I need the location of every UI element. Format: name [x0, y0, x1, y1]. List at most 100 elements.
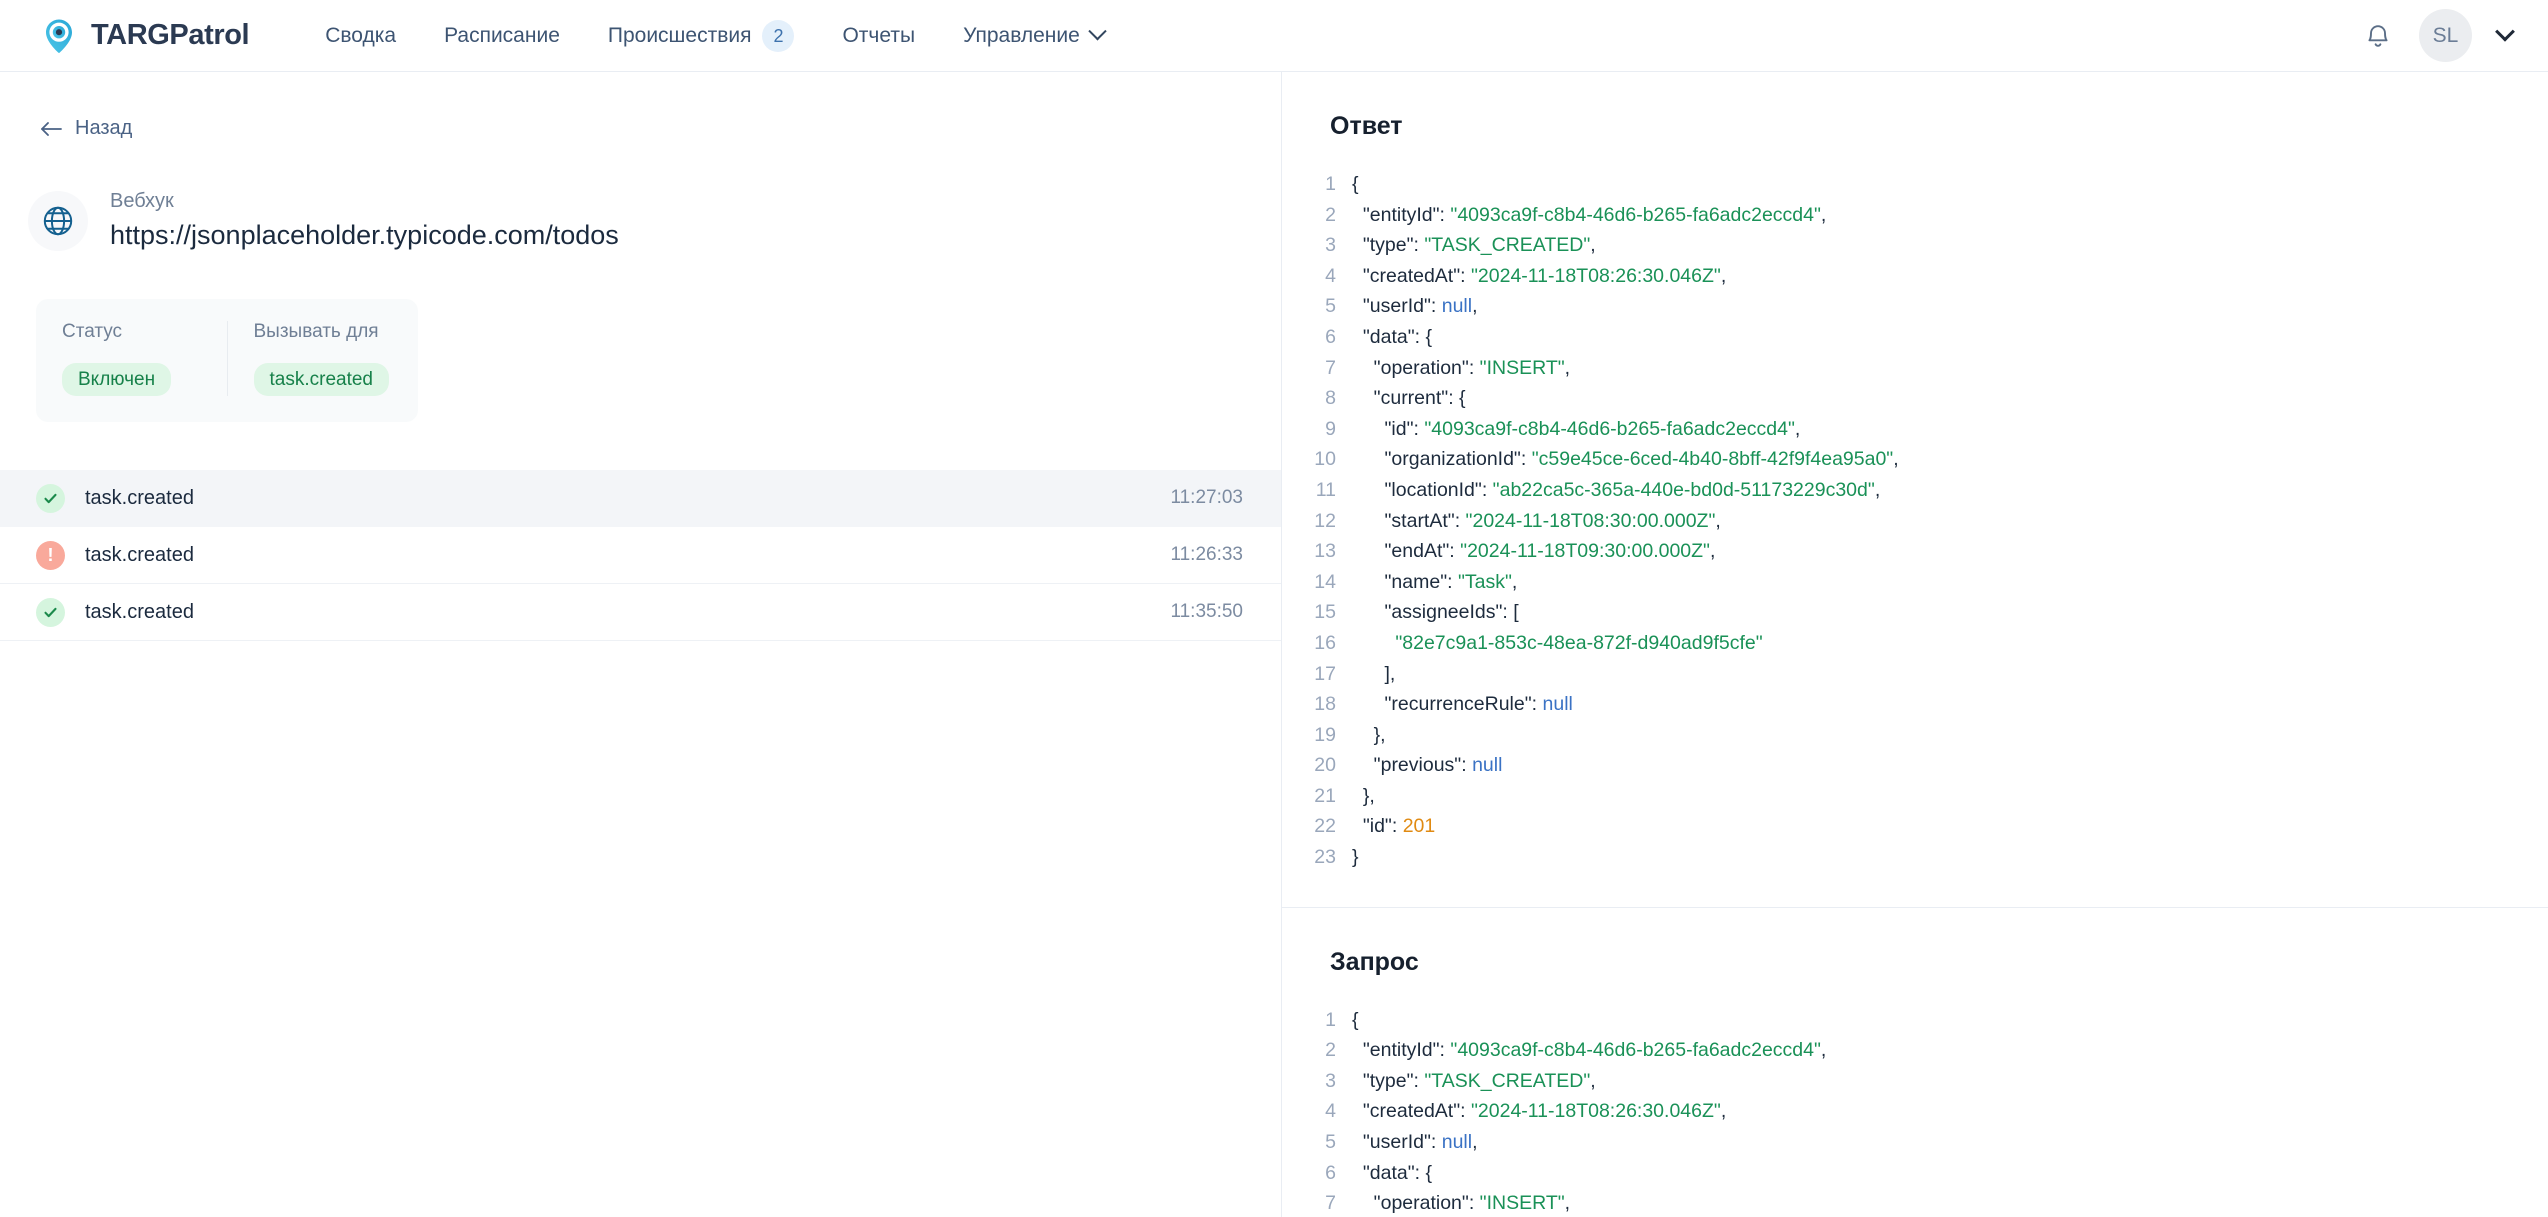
code-line-content: "name": "Task",	[1352, 567, 1518, 598]
line-number: 5	[1325, 295, 1336, 318]
code-token-plain: ,	[1820, 203, 1827, 226]
nav-item-proisshestviya[interactable]: Происшествия 2	[584, 0, 819, 72]
code-line-content: "data": {	[1352, 1158, 1432, 1189]
code-line: 16 "82e7c9a1-853c-48ea-872f-d940ad9f5cfe…	[1282, 628, 2548, 659]
page-body: Назад Вебхук https://jsonplaceholder.typ…	[0, 72, 2548, 1217]
nav-item-svodka[interactable]: Сводка	[301, 0, 420, 72]
webhook-label: Вебхук	[110, 190, 174, 212]
code-token-plain: "name":	[1352, 570, 1458, 593]
code-line: 4 "createdAt": "2024-11-18T08:26:30.046Z…	[1282, 1096, 2548, 1127]
code-token-str: "INSERT"	[1479, 356, 1565, 379]
account-chevron-down-icon[interactable]	[2495, 21, 2515, 42]
webhook-meta: Вебхук https://jsonplaceholder.typicode.…	[110, 190, 619, 251]
code-token-plain: ,	[1794, 417, 1801, 440]
line-number: 7	[1325, 1192, 1336, 1215]
code-token-str: "INSERT"	[1479, 1192, 1565, 1215]
response-title: Ответ	[1330, 112, 1403, 140]
line-number: 16	[1314, 631, 1336, 654]
code-line: 3 "type": "TASK_CREATED",	[1282, 230, 2548, 261]
nav-item-label: Управление	[963, 23, 1080, 47]
chevron-down-icon	[1088, 22, 1107, 41]
code-line-content: "recurrenceRule": null	[1352, 689, 1573, 720]
line-number: 5	[1325, 1131, 1336, 1154]
info-column-header: Статус	[62, 321, 123, 342]
location-pin-icon	[40, 17, 78, 55]
code-token-plain: ,	[1472, 1131, 1478, 1154]
code-line-content: {	[1352, 1005, 1359, 1036]
event-row[interactable]: task.created 11:27:03	[0, 470, 1281, 527]
code-line-content: "82e7c9a1-853c-48ea-872f-d940ad9f5cfe"	[1352, 628, 1762, 659]
code-token-plain: "userId":	[1352, 1131, 1442, 1154]
code-line: 10 "organizationId": "c59e45ce-6ced-4b40…	[1282, 444, 2548, 475]
event-name: task.created	[85, 486, 194, 509]
event-time: 11:35:50	[1170, 601, 1243, 622]
code-line: 12 "startAt": "2024-11-18T08:30:00.000Z"…	[1282, 506, 2548, 537]
line-number: 4	[1325, 264, 1336, 287]
line-number: 3	[1325, 234, 1336, 257]
code-line: 7 "operation": "INSERT",	[1282, 353, 2548, 384]
nav-item-raspisanie[interactable]: Расписание	[420, 0, 584, 72]
code-line: 1{	[1282, 169, 2548, 200]
event-row[interactable]: ! task.created 11:26:33	[0, 527, 1281, 584]
line-number: 3	[1325, 1069, 1336, 1092]
code-token-plain: {	[1352, 173, 1359, 195]
code-token-plain: ],	[1352, 662, 1396, 685]
line-number: 11	[1315, 478, 1336, 501]
code-line: 2 "entityId": "4093ca9f-c8b4-46d6-b265-f…	[1282, 200, 2548, 231]
event-row[interactable]: task.created 11:35:50	[0, 584, 1281, 641]
line-number: 4	[1325, 1100, 1336, 1123]
line-number: 6	[1325, 325, 1336, 348]
code-line-content: "endAt": "2024-11-18T09:30:00.000Z",	[1352, 536, 1716, 567]
event-time: 11:26:33	[1170, 544, 1243, 565]
code-token-plain: "createdAt":	[1352, 1100, 1471, 1123]
code-token-plain: ,	[1590, 234, 1596, 257]
code-token-plain: ,	[1715, 509, 1721, 532]
line-number: 2	[1325, 203, 1336, 226]
code-token-str: "2024-11-18T08:26:30.046Z"	[1470, 1100, 1721, 1123]
code-line-content: ],	[1352, 659, 1396, 690]
code-token-plain: ,	[1590, 1069, 1596, 1092]
request-section: Запрос 1{2 "entityId": "4093ca9f-c8b4-46…	[1282, 906, 2548, 1217]
code-token-plain: "userId":	[1352, 295, 1442, 318]
line-number: 14	[1314, 570, 1336, 593]
code-token-plain: ,	[1893, 448, 1899, 471]
code-line: 6 "data": {	[1282, 322, 2548, 353]
back-link[interactable]: Назад	[40, 117, 132, 140]
response-section: Ответ 1{2 "entityId": "4093ca9f-c8b4-46d…	[1282, 72, 2548, 907]
code-token-plain: ,	[1874, 478, 1881, 501]
code-token-plain: "organizationId":	[1352, 448, 1532, 471]
code-line: 1{	[1282, 1005, 2548, 1036]
line-number: 10	[1314, 448, 1336, 471]
avatar[interactable]: SL	[2419, 9, 2472, 62]
brand-logo[interactable]: TARGPatrol	[40, 17, 250, 55]
globe-icon	[28, 190, 88, 251]
code-token-plain: "previous":	[1352, 754, 1473, 777]
nav-item-label: Отчеты	[842, 23, 916, 47]
code-line: 15 "assigneeIds": [	[1282, 597, 2548, 628]
code-token-str: "Task"	[1457, 570, 1512, 593]
arrow-left-icon	[40, 121, 62, 137]
line-number: 13	[1314, 540, 1336, 563]
code-line-content: }	[1352, 842, 1359, 873]
line-number: 8	[1325, 387, 1336, 410]
webhook-info-card: Статус Включен Вызывать для task.created	[36, 299, 418, 422]
event-list: task.created 11:27:03 ! task.created 11:…	[0, 470, 1281, 641]
request-title: Запрос	[1330, 947, 1419, 976]
code-token-plain: ,	[1820, 1039, 1827, 1062]
webhook-header: Вебхук https://jsonplaceholder.typicode.…	[28, 190, 1281, 251]
line-number: 20	[1314, 754, 1336, 777]
code-line-content: "current": {	[1352, 383, 1466, 414]
nav-item-upravlenie[interactable]: Управление	[939, 0, 1128, 72]
code-token-str: "4093ca9f-c8b4-46d6-b265-fa6adc2eccd4"	[1450, 203, 1821, 226]
code-token-plain: "operation":	[1352, 356, 1480, 379]
bell-icon[interactable]	[2363, 21, 2393, 51]
line-number: 1	[1325, 173, 1336, 195]
line-number: 1	[1325, 1008, 1336, 1031]
code-token-null: null	[1441, 1131, 1473, 1154]
code-token-plain: "type":	[1352, 234, 1425, 257]
nav-item-otchety[interactable]: Отчеты	[818, 0, 939, 72]
exclamation-circle-icon: !	[36, 540, 65, 570]
line-number: 18	[1314, 693, 1336, 716]
line-number: 6	[1325, 1161, 1336, 1184]
code-line-content: {	[1352, 169, 1359, 200]
